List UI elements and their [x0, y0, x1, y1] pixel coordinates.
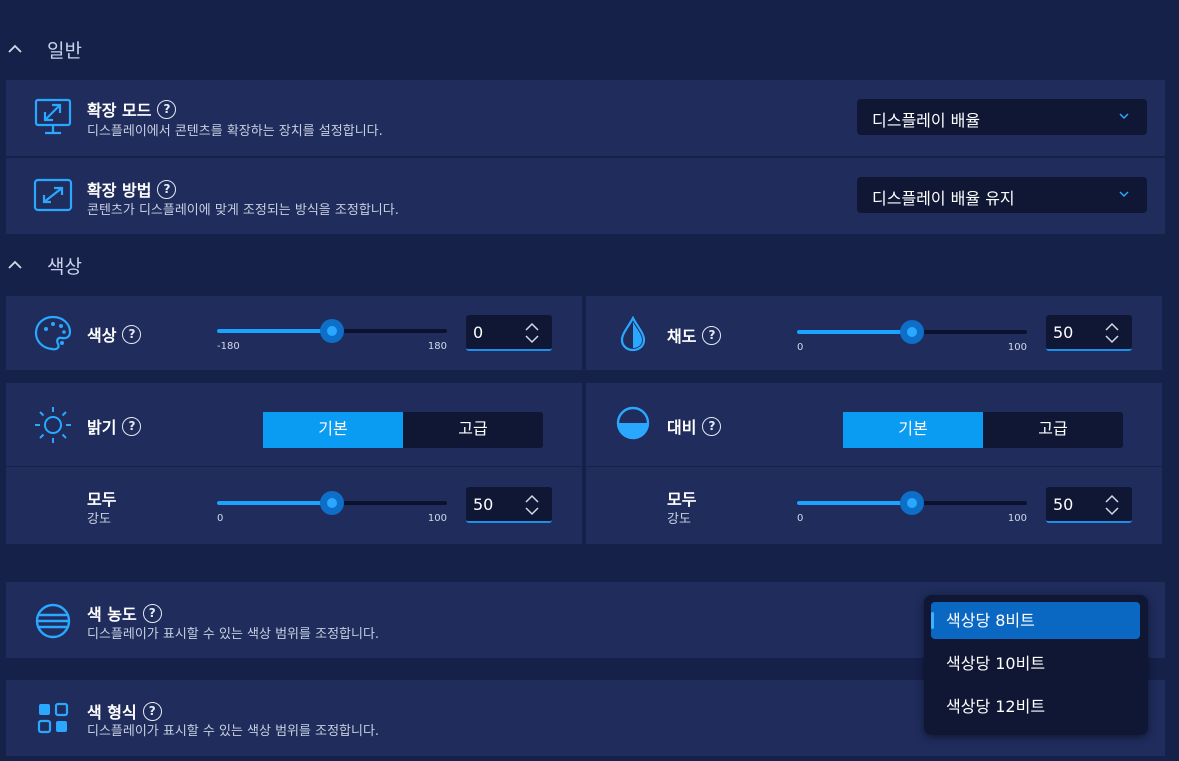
saturation-spinbox[interactable]: 50 [1046, 315, 1132, 351]
sun-icon [35, 407, 71, 443]
slider-max-label: 100 [427, 513, 447, 524]
scale-mode-card: 확장 모드 ? 디스플레이에서 콘텐츠를 확장하는 장치를 설정합니다. 디스플… [6, 80, 1165, 156]
color-format-desc: 디스플레이가 표시할 수 있는 색상 범위를 조정합니다. [87, 724, 380, 739]
scale-method-card: 확장 방법 ? 콘텐츠가 디스플레이에 맞게 조정되는 방식을 조정합니다. 디… [6, 158, 1165, 234]
saturation-title: 채도 [667, 327, 697, 346]
menu-item-10bit[interactable]: 색상당 10비트 [931, 645, 1140, 682]
hue-title: 색상 [87, 326, 117, 345]
help-icon[interactable]: ? [702, 416, 722, 436]
up-down-arrow-icon[interactable] [524, 322, 540, 344]
contrast-intensity-label: 강도 [667, 512, 691, 527]
contrast-advanced-tab[interactable]: 고급 [983, 412, 1123, 448]
up-down-arrow-icon[interactable] [1104, 494, 1120, 516]
droplet-icon [620, 316, 646, 352]
chevron-up-icon [8, 260, 22, 269]
section-title: 일반 [47, 39, 82, 62]
help-icon[interactable]: ? [142, 701, 162, 721]
slider-thumb[interactable] [320, 491, 344, 515]
grid-squares-icon [37, 702, 69, 734]
chevron-down-icon [1119, 113, 1129, 120]
brightness-basic-tab[interactable]: 기본 [263, 412, 403, 448]
color-depth-dropdown-menu: 색상당 8비트 색상당 10비트 색상당 12비트 [924, 595, 1148, 735]
hue-card: 색상 ? -180 180 0 [6, 296, 582, 370]
slider-min-label: -180 [217, 341, 240, 352]
slider-fill [217, 329, 332, 333]
slider-max-label: 100 [1007, 513, 1027, 524]
scale-mode-desc: 디스플레이에서 콘텐츠를 확장하는 장치를 설정합니다. [87, 124, 383, 139]
brightness-card: 밝기 ? 기본 고급 모두 강도 0 100 50 [6, 383, 582, 544]
scale-mode-title: 확장 모드 [87, 101, 152, 120]
scale-method-dropdown[interactable]: 디스플레이 배율 유지 [857, 177, 1147, 213]
brightness-value: 50 [473, 495, 494, 514]
slider-thumb[interactable] [320, 319, 344, 343]
striped-globe-icon [35, 603, 71, 639]
contrast-spinbox[interactable]: 50 [1046, 487, 1132, 523]
slider-fill [217, 501, 332, 505]
brightness-title: 밝기 [87, 418, 117, 437]
scale-mode-dropdown[interactable]: 디스플레이 배율 [857, 99, 1147, 135]
brightness-intensity-label: 강도 [87, 512, 111, 527]
expand-arrows-icon [33, 178, 73, 212]
monitor-expand-icon [34, 98, 72, 135]
saturation-value: 50 [1053, 323, 1074, 342]
up-down-arrow-icon[interactable] [1104, 322, 1120, 344]
divider [6, 466, 582, 467]
help-icon[interactable]: ? [157, 99, 177, 119]
slider-thumb[interactable] [900, 491, 924, 515]
palette-icon [34, 315, 72, 351]
hue-slider[interactable]: -180 180 [217, 319, 447, 352]
contrast-all-label: 모두 [667, 490, 697, 509]
brightness-slider[interactable]: 0 100 [217, 491, 447, 524]
color-depth-desc: 디스플레이가 표시할 수 있는 색상 범위를 조정합니다. [87, 627, 380, 642]
section-title: 색상 [47, 255, 82, 278]
slider-fill [797, 501, 912, 505]
contrast-basic-tab[interactable]: 기본 [843, 412, 983, 448]
section-header-color[interactable]: 색상 [0, 250, 200, 280]
brightness-spinbox[interactable]: 50 [466, 487, 552, 523]
chevron-up-icon [8, 44, 22, 53]
help-icon[interactable]: ? [157, 179, 177, 199]
brightness-all-label: 모두 [87, 490, 117, 509]
hue-spinbox[interactable]: 0 [466, 315, 552, 351]
slider-thumb[interactable] [900, 320, 924, 344]
slider-fill [797, 330, 912, 334]
saturation-card: 채도 ? 0 100 50 [586, 296, 1162, 370]
slider-min-label: 0 [797, 513, 804, 524]
contrast-mode-toggle: 기본 고급 [843, 412, 1123, 448]
help-icon[interactable]: ? [142, 603, 162, 623]
section-header-general[interactable]: 일반 [0, 34, 200, 64]
slider-max-label: 180 [427, 341, 447, 352]
scale-mode-value: 디스플레이 배율 [872, 111, 981, 130]
contrast-circle-icon [616, 406, 650, 440]
brightness-mode-toggle: 기본 고급 [263, 412, 543, 448]
chevron-down-icon [1119, 191, 1129, 198]
help-icon[interactable]: ? [702, 325, 722, 345]
contrast-card: 대비 ? 기본 고급 모두 강도 0 100 50 [586, 383, 1162, 544]
color-depth-title: 색 농도 [87, 605, 137, 624]
slider-min-label: 0 [797, 342, 804, 353]
menu-item-8bit[interactable]: 색상당 8비트 [931, 602, 1140, 639]
saturation-slider[interactable]: 0 100 [797, 320, 1027, 353]
contrast-value: 50 [1053, 495, 1074, 514]
contrast-slider[interactable]: 0 100 [797, 491, 1027, 524]
scale-method-value: 디스플레이 배율 유지 [872, 189, 1015, 208]
contrast-title: 대비 [667, 418, 697, 437]
scale-method-title: 확장 방법 [87, 181, 152, 200]
help-icon[interactable]: ? [122, 416, 142, 436]
brightness-advanced-tab[interactable]: 고급 [403, 412, 543, 448]
divider [586, 466, 1162, 467]
scale-method-desc: 콘텐츠가 디스플레이에 맞게 조정되는 방식을 조정합니다. [87, 203, 399, 218]
hue-value: 0 [473, 323, 484, 342]
slider-min-label: 0 [217, 513, 224, 524]
menu-item-12bit[interactable]: 색상당 12비트 [931, 688, 1140, 725]
slider-max-label: 100 [1007, 342, 1027, 353]
up-down-arrow-icon[interactable] [524, 494, 540, 516]
help-icon[interactable]: ? [122, 324, 142, 344]
